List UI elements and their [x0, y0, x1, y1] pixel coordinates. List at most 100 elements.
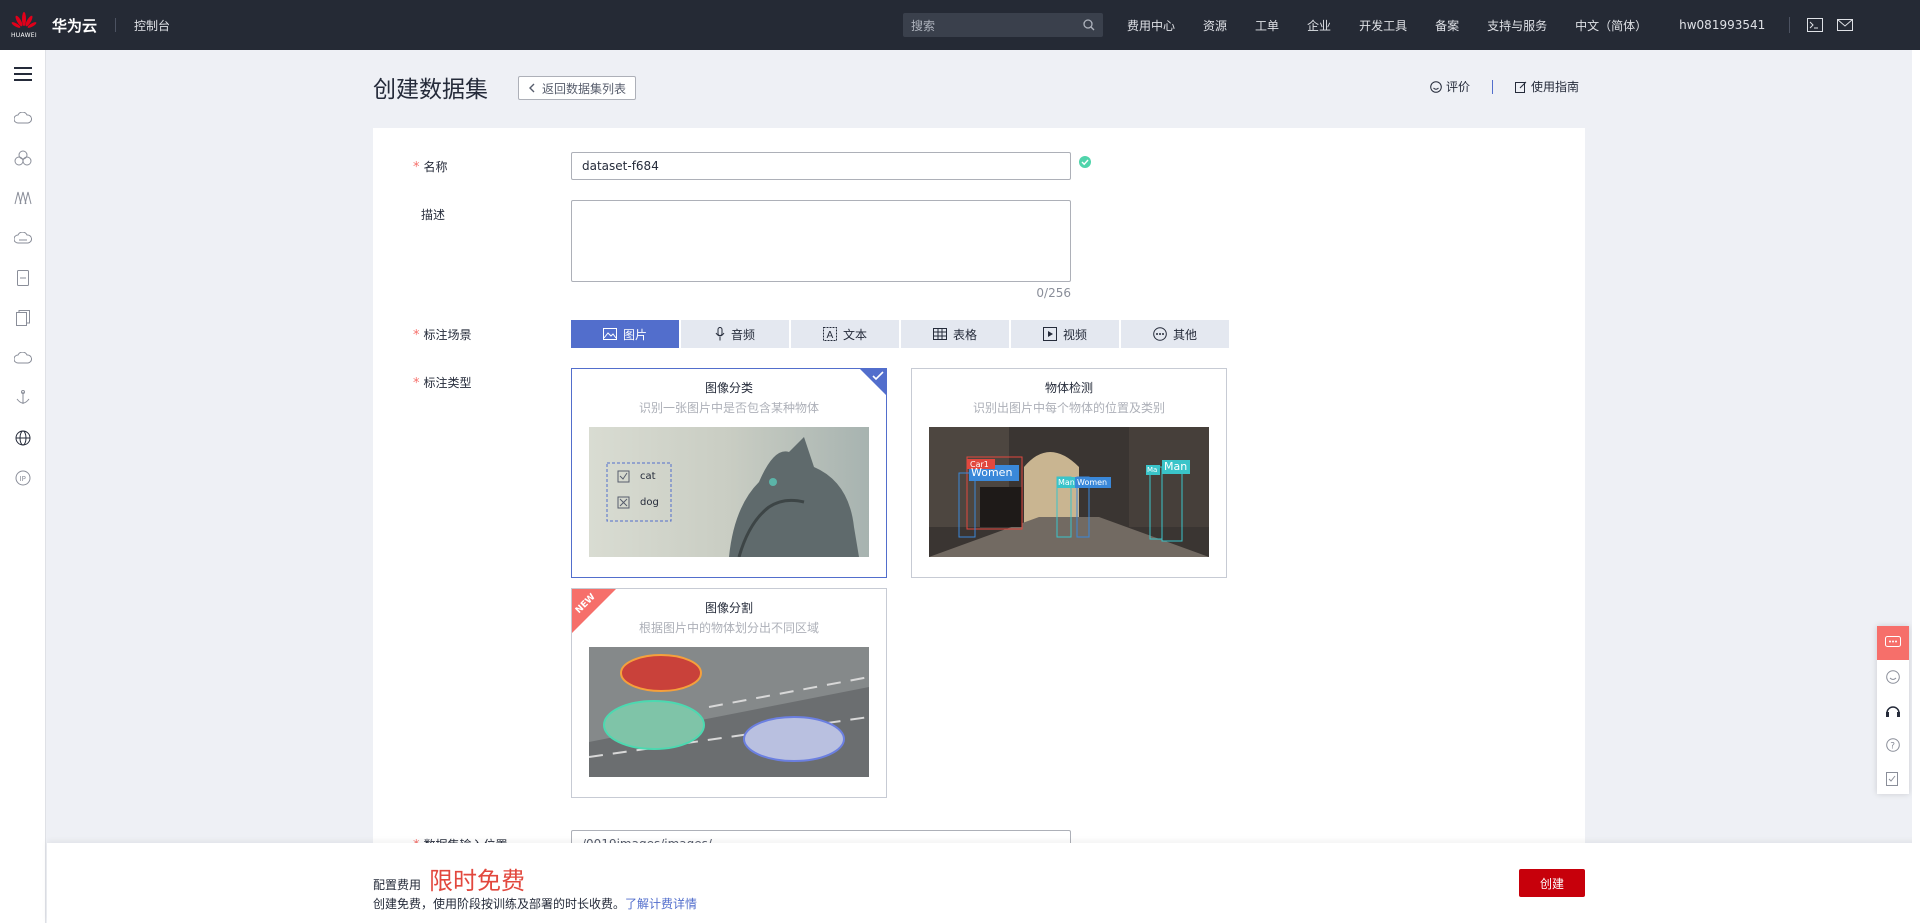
anchor-icon[interactable]: [0, 378, 46, 418]
scene-tab-video[interactable]: 视频: [1011, 320, 1119, 348]
back-to-list-label: 返回数据集列表: [541, 81, 626, 96]
floating-help-toolbar: ?: [1877, 626, 1909, 794]
type-card-image-classification[interactable]: 图像分类 识别一张图片中是否包含某种物体 cat dog: [571, 368, 887, 578]
name-input[interactable]: dataset-f684: [571, 152, 1071, 180]
rate-link[interactable]: 评价: [1430, 78, 1470, 95]
table-icon: [932, 328, 947, 340]
survey-icon[interactable]: [1877, 762, 1909, 796]
bottom-action-bar: 配置费用 限时免费 创建免费，使用阶段按训练及部署的时长收费。了解计费详情 创建: [47, 843, 1920, 923]
page-scrollbar[interactable]: [1912, 50, 1920, 923]
cloud-storage-icon[interactable]: [0, 218, 46, 258]
fee-description-text: 创建免费，使用阶段按训练及部署的时长收费。: [373, 897, 626, 911]
console-link[interactable]: 控制台: [134, 17, 170, 34]
cars-illustration: [589, 647, 869, 777]
edit-doc-icon: [1515, 81, 1527, 93]
more-icon: [1153, 327, 1167, 341]
scene-label: * 标注场景: [413, 328, 472, 343]
tag-man: Man: [1164, 460, 1188, 473]
divider: [1492, 79, 1494, 94]
fee-description: 创建免费，使用阶段按训练及部署的时长收费。了解计费详情: [373, 895, 697, 912]
street-illustration: Car1 Women Man Women Ma Man: [929, 427, 1209, 557]
scene-tab-other[interactable]: 其他: [1121, 320, 1229, 348]
type-card-title: 物体检测: [1044, 381, 1093, 395]
back-to-list-button[interactable]: 返回数据集列表: [518, 76, 636, 100]
nav-support[interactable]: 支持与服务: [1487, 17, 1547, 34]
scene-tab-label: 文本: [842, 327, 867, 342]
type-card-desc: 识别出图片中每个物体的位置及类别: [972, 401, 1165, 415]
question-icon[interactable]: ?: [1877, 728, 1909, 762]
feedback-icon[interactable]: [1877, 660, 1909, 694]
page-title: 创建数据集: [373, 77, 488, 103]
image-icon: [602, 328, 617, 340]
tag-women: Women: [1077, 478, 1108, 487]
fee-value: 限时免费: [429, 867, 526, 895]
search-icon[interactable]: [1083, 19, 1095, 31]
guide-link[interactable]: 使用指南: [1515, 78, 1579, 95]
text-icon: A: [822, 327, 837, 341]
search-box[interactable]: 搜索: [903, 13, 1103, 37]
scene-tab-table[interactable]: 表格: [901, 320, 1009, 348]
type-card-desc: 识别一张图片中是否包含某种物体: [638, 401, 819, 415]
scene-tab-image[interactable]: 图片: [571, 320, 679, 348]
header-links: 评价 使用指南: [1430, 78, 1579, 95]
svg-text:?: ?: [1890, 742, 1895, 752]
description-textarea[interactable]: [571, 200, 1071, 282]
brand-name[interactable]: 华为云: [52, 15, 97, 36]
scene-tab-label: 音频: [730, 327, 755, 342]
chevron-left-icon: [528, 83, 535, 93]
cloud-icon[interactable]: [0, 338, 46, 378]
network-icon[interactable]: [0, 178, 46, 218]
search-input[interactable]: 搜索: [911, 17, 1083, 34]
cloud-icon[interactable]: [0, 98, 46, 138]
user-account[interactable]: hw081993541: [1679, 18, 1765, 32]
menu-icon[interactable]: [0, 50, 46, 98]
top-nav-links: 费用中心 资源 工单 企业 开发工具 备案 支持与服务 中文（简体） hw081…: [1113, 0, 1860, 50]
fee-label: 配置费用: [373, 878, 422, 892]
nav-filing[interactable]: 备案: [1435, 17, 1459, 34]
service-sidebar: IP: [0, 50, 46, 923]
tag-man: Man: [1058, 478, 1075, 487]
ip-icon[interactable]: IP: [0, 458, 46, 498]
microphone-icon: [715, 327, 725, 341]
smile-icon: [1430, 80, 1442, 93]
name-label: * 名称: [413, 160, 448, 175]
tag-dog: dog: [640, 497, 659, 508]
rate-label: 评价: [1446, 80, 1471, 94]
billing-details-link[interactable]: 了解计费详情: [625, 897, 697, 911]
video-icon: [1042, 327, 1057, 341]
nav-tickets[interactable]: 工单: [1255, 17, 1279, 34]
chat-icon[interactable]: [1877, 626, 1909, 660]
divider: [115, 18, 117, 32]
huawei-logo[interactable]: HUAWEI: [0, 0, 48, 50]
tag-women: Women: [971, 466, 1013, 479]
divider: [1789, 17, 1791, 33]
nav-enterprise[interactable]: 企业: [1307, 17, 1331, 34]
huawei-logo-icon: [11, 12, 37, 28]
top-navigation-bar: HUAWEI 华为云 控制台 搜索 费用中心 资源 工单 企业 开发工具 备案 …: [0, 0, 1920, 50]
svg-text:A: A: [826, 330, 833, 341]
headset-icon[interactable]: [1877, 694, 1909, 728]
message-icon[interactable]: [1830, 0, 1860, 50]
scene-tab-text[interactable]: A 文本: [791, 320, 899, 348]
svg-text:IP: IP: [20, 475, 26, 483]
device-icon[interactable]: [0, 258, 46, 298]
create-button[interactable]: 创建: [1519, 869, 1585, 897]
type-card-image-segmentation[interactable]: NEW 图像分割 根据图片中的物体划分出不同区域: [571, 588, 887, 798]
tag-cat: cat: [640, 471, 656, 482]
cluster-icon[interactable]: [0, 138, 46, 178]
type-card-title: 图像分类: [704, 381, 753, 395]
nav-resources[interactable]: 资源: [1203, 17, 1227, 34]
scene-tab-label: 视频: [1062, 327, 1087, 342]
nav-language[interactable]: 中文（简体）: [1575, 17, 1647, 34]
type-card-desc: 根据图片中的物体划分出不同区域: [638, 621, 819, 635]
nav-billing[interactable]: 费用中心: [1127, 17, 1175, 34]
globe-icon[interactable]: [0, 418, 46, 458]
type-card-object-detection[interactable]: 物体检测 识别出图片中每个物体的位置及类别 Car1 Women Man Wom…: [911, 368, 1227, 578]
scene-tab-audio[interactable]: 音频: [681, 320, 789, 348]
guide-label: 使用指南: [1531, 80, 1580, 94]
document-icon[interactable]: [0, 298, 46, 338]
checkmark-icon: [872, 371, 884, 381]
logo-text: HUAWEI: [11, 32, 37, 39]
terminal-icon[interactable]: [1800, 0, 1830, 50]
nav-devtools[interactable]: 开发工具: [1359, 17, 1407, 34]
